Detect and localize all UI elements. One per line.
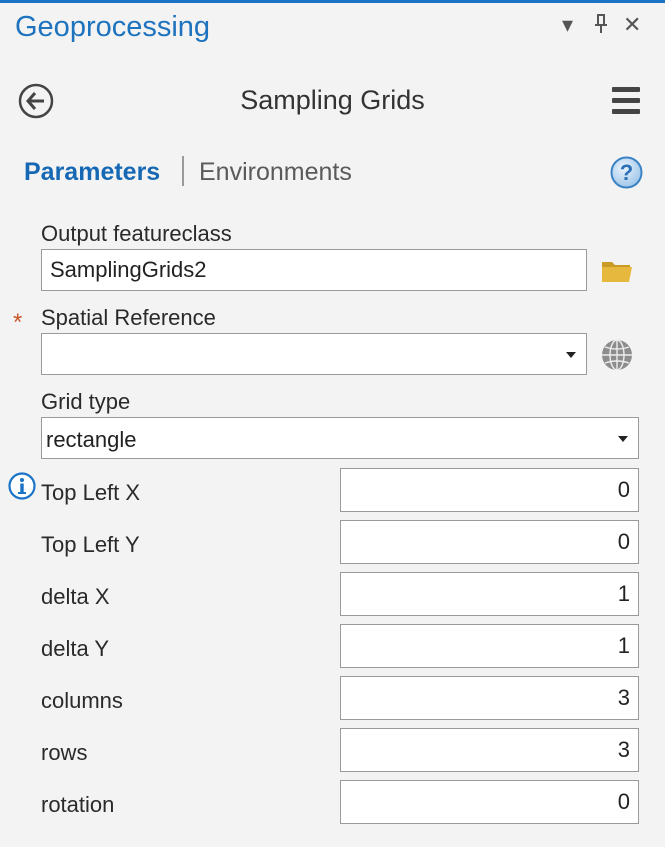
columns-input[interactable] [340, 676, 639, 720]
top-left-x-label: Top Left X [41, 480, 141, 505]
output-featureclass-input[interactable] [41, 249, 587, 291]
svg-text:?: ? [620, 160, 633, 185]
chevron-down-icon [618, 436, 628, 442]
close-icon[interactable]: ✕ [623, 11, 641, 39]
globe-icon [602, 339, 632, 371]
columns-label: columns [41, 688, 123, 713]
tab-parameters[interactable]: Parameters [24, 158, 160, 187]
top-left-x-input[interactable] [340, 468, 639, 512]
top-left-y-label: Top Left Y [41, 532, 140, 557]
geoprocessing-pane: Geoprocessing ▾ ✕ Sampling Grids Paramet… [0, 0, 665, 847]
info-icon [8, 472, 36, 500]
rows-input[interactable] [340, 728, 639, 772]
rows-label: rows [41, 740, 88, 765]
delta-y-label: delta Y [41, 636, 110, 661]
rotation-input[interactable] [340, 780, 639, 824]
tab-divider [182, 156, 184, 186]
info-button[interactable] [8, 472, 36, 500]
tool-title: Sampling Grids [240, 85, 425, 115]
folder-icon [602, 262, 632, 282]
browse-folder-button[interactable] [600, 257, 634, 285]
tool-menu-button[interactable] [612, 87, 640, 117]
grid-type-select[interactable]: rectangle [41, 417, 639, 459]
delta-y-input[interactable] [340, 624, 639, 668]
grid-type-label: Grid type [41, 389, 131, 414]
delta-x-label: delta X [41, 584, 110, 609]
pin-icon[interactable] [592, 13, 612, 35]
pane-title: Geoprocessing [15, 11, 211, 43]
hamburger-menu-icon [612, 87, 640, 92]
rotation-label: rotation [41, 792, 115, 817]
spatial-reference-label: Spatial Reference [41, 305, 216, 330]
spatial-reference-select[interactable] [41, 333, 587, 375]
output-featureclass-label: Output featureclass [41, 221, 232, 246]
chevron-down-icon [566, 352, 576, 358]
grid-type-value: rectangle [46, 427, 137, 452]
delta-x-input[interactable] [340, 572, 639, 616]
help-button[interactable]: ? [610, 156, 643, 189]
tab-environments[interactable]: Environments [199, 158, 352, 187]
help-icon: ? [610, 156, 643, 189]
top-left-y-input[interactable] [340, 520, 639, 564]
coordinate-system-button[interactable] [600, 338, 634, 372]
pane-options-dropdown-icon[interactable]: ▾ [562, 11, 573, 39]
required-marker: * [13, 309, 23, 336]
